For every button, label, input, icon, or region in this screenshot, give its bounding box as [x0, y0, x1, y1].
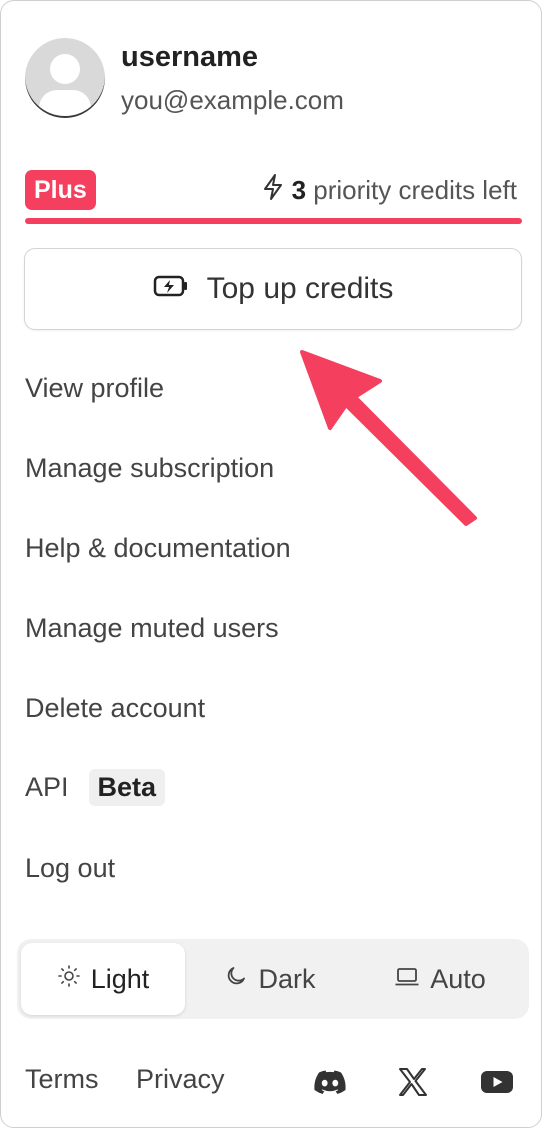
credits-label: priority credits left — [313, 175, 517, 205]
discord-icon[interactable] — [313, 1065, 347, 1099]
credits-count: 3 — [291, 175, 307, 205]
moon-icon — [224, 964, 248, 995]
theme-option-dark-label: Dark — [258, 963, 316, 994]
laptop-icon — [394, 964, 420, 995]
top-up-credits-button[interactable]: Top up credits — [24, 248, 522, 330]
x-icon[interactable] — [396, 1065, 430, 1099]
account-menu-panel: username you@example.com Plus 3 priority… — [0, 0, 542, 1128]
credits-progress-bar — [25, 218, 522, 224]
battery-charging-icon — [153, 272, 189, 306]
menu-item-delete-account[interactable]: Delete account — [25, 693, 205, 724]
username: username — [121, 41, 259, 73]
avatar[interactable] — [25, 38, 105, 118]
terms-link[interactable]: Terms — [25, 1064, 99, 1095]
plan-badge: Plus — [25, 170, 96, 210]
menu-item-api[interactable]: API Beta — [25, 769, 166, 806]
menu-item-manage-subscription[interactable]: Manage subscription — [25, 453, 274, 484]
menu-item-manage-muted-users[interactable]: Manage muted users — [25, 613, 279, 644]
menu-item-api-label: API — [25, 772, 69, 802]
theme-option-auto[interactable]: Auto — [355, 943, 525, 1015]
menu-item-log-out[interactable]: Log out — [25, 853, 115, 884]
credits-status: 3 priority credits left — [262, 173, 517, 208]
beta-badge: Beta — [88, 769, 166, 806]
privacy-link[interactable]: Privacy — [136, 1064, 225, 1095]
theme-option-auto-label: Auto — [430, 963, 486, 994]
lightning-icon — [262, 173, 284, 208]
theme-option-light[interactable]: Light — [21, 943, 185, 1015]
menu-item-view-profile[interactable]: View profile — [25, 373, 164, 404]
top-up-label: Top up credits — [206, 272, 394, 305]
theme-option-light-label: Light — [90, 963, 150, 994]
sun-icon — [57, 964, 81, 995]
avatar-rim — [25, 38, 105, 118]
theme-option-dark[interactable]: Dark — [185, 943, 355, 1015]
theme-switcher: Light Dark Auto — [17, 939, 529, 1019]
menu-item-help-documentation[interactable]: Help & documentation — [25, 533, 291, 564]
user-email: you@example.com — [121, 85, 344, 115]
youtube-icon[interactable] — [480, 1065, 514, 1099]
